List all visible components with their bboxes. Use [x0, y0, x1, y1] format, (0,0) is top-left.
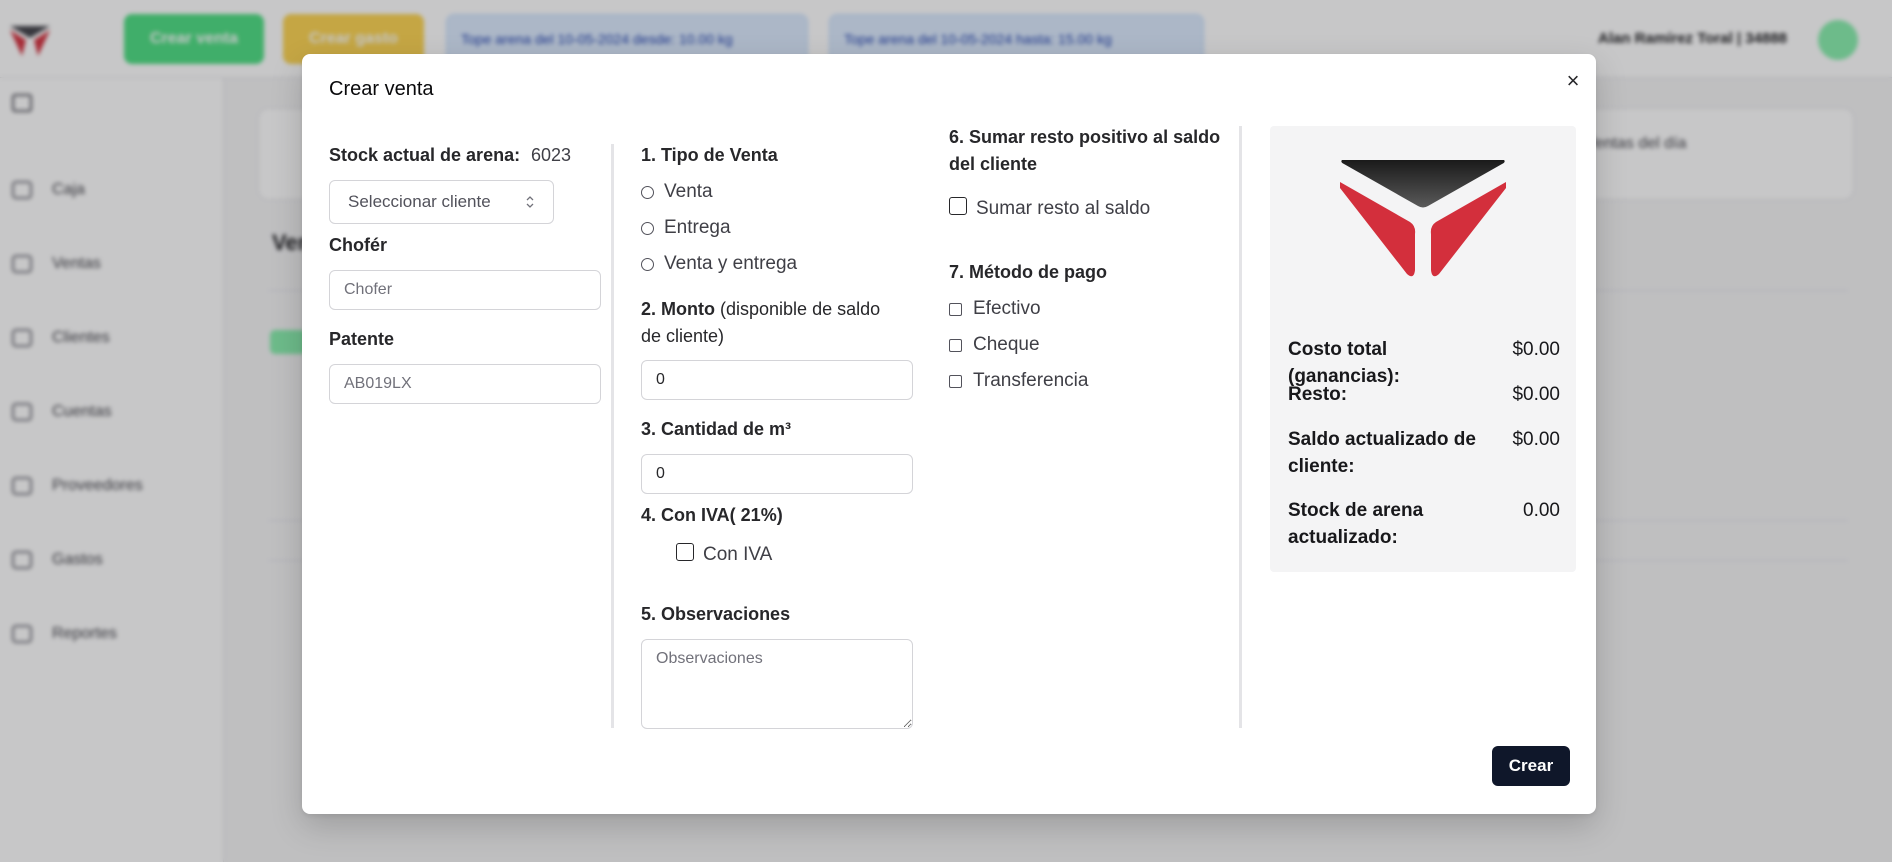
radio-label: Venta — [664, 181, 713, 202]
checkbox-icon[interactable] — [949, 338, 962, 352]
radio-venta[interactable]: Venta — [641, 181, 713, 203]
checkbox-label: Cheque — [973, 334, 1040, 355]
sumar-resto-checkbox[interactable]: Sumar resto al saldo — [949, 197, 1151, 220]
pago-transferencia[interactable]: Transferencia — [949, 370, 1088, 392]
summary-label: Stock de arena actualizado: — [1288, 500, 1424, 548]
summary-saldo: Saldo actualizado de cliente: $0.00 — [1288, 426, 1560, 480]
summary-panel: Costo total (ganancias): $0.00 Resto: $0… — [1270, 126, 1576, 572]
radio-venta-y-entrega[interactable]: Venta y entrega — [641, 253, 797, 275]
close-icon[interactable]: × — [1560, 68, 1586, 94]
patente-label: Patente — [329, 329, 395, 349]
radio-circle-icon[interactable] — [641, 257, 654, 271]
pago-cheque[interactable]: Cheque — [949, 334, 1040, 356]
stock-value: 6023 — [531, 145, 572, 165]
summary-label: Saldo actualizado de cliente: — [1288, 429, 1476, 477]
metodo-pago-label: 7. Método de pago — [949, 262, 1108, 282]
patente-input[interactable] — [329, 364, 601, 404]
create-button[interactable]: Crear — [1492, 746, 1570, 786]
column-divider — [1239, 126, 1242, 728]
checkbox-label: Efectivo — [973, 298, 1041, 319]
chofer-input[interactable] — [329, 270, 601, 310]
brand-logo-icon — [1340, 160, 1506, 277]
client-select-value: Seleccionar cliente — [348, 192, 491, 211]
checkbox-label: Con IVA — [703, 544, 773, 565]
radio-circle-icon[interactable] — [641, 221, 654, 235]
summary-label: Resto: — [1288, 384, 1348, 405]
checkbox-icon[interactable] — [949, 302, 962, 316]
summary-stock: Stock de arena actualizado: 0.00 — [1288, 497, 1560, 551]
chevron-updown-icon — [525, 195, 535, 209]
sumar-resto-label-2: del cliente — [949, 154, 1038, 174]
observaciones-textarea[interactable] — [641, 639, 913, 729]
chofer-label: Chofér — [329, 235, 387, 255]
monto-label-extra: (disponible de saldo — [720, 299, 881, 319]
monto-label-extra-2: de cliente) — [641, 326, 725, 346]
iva-checkbox[interactable]: Con IVA — [676, 543, 773, 566]
radio-label: Entrega — [664, 217, 731, 238]
pago-efectivo[interactable]: Efectivo — [949, 298, 1041, 320]
monto-label-main: 2. Monto — [641, 299, 715, 319]
checkbox-icon[interactable] — [676, 543, 694, 561]
sumar-resto-label-1: 6. Sumar resto positivo al saldo — [949, 127, 1221, 147]
tipo-venta-label: 1. Tipo de Venta — [641, 145, 778, 165]
radio-label: Venta y entrega — [664, 253, 798, 274]
client-select[interactable]: Seleccionar cliente — [329, 180, 554, 224]
checkbox-label: Transferencia — [973, 370, 1089, 391]
radio-circle-icon[interactable] — [641, 185, 654, 199]
monto-label: 2. Monto (disponible de saldo — [641, 299, 880, 320]
summary-resto: Resto: $0.00 — [1288, 381, 1560, 408]
column-divider — [611, 144, 614, 728]
create-sale-modal: Crear venta × Stock actual de arena: 602… — [302, 54, 1596, 814]
summary-value: 0.00 — [1523, 500, 1560, 521]
monto-input[interactable] — [641, 360, 913, 400]
summary-value: $0.00 — [1512, 429, 1560, 450]
checkbox-label: Sumar resto al saldo — [976, 198, 1151, 219]
observaciones-label: 5. Observaciones — [641, 604, 791, 624]
stock-label: Stock actual de arena: — [329, 145, 521, 165]
radio-entrega[interactable]: Entrega — [641, 217, 731, 239]
modal-title: Crear venta — [329, 78, 434, 100]
iva-label: 4. Con IVA( 21%) — [641, 505, 783, 525]
cantidad-input[interactable] — [641, 454, 913, 494]
summary-value: $0.00 — [1512, 384, 1560, 405]
checkbox-icon[interactable] — [949, 197, 967, 215]
cantidad-label: 3. Cantidad de m³ — [641, 419, 792, 439]
checkbox-icon[interactable] — [949, 374, 962, 388]
